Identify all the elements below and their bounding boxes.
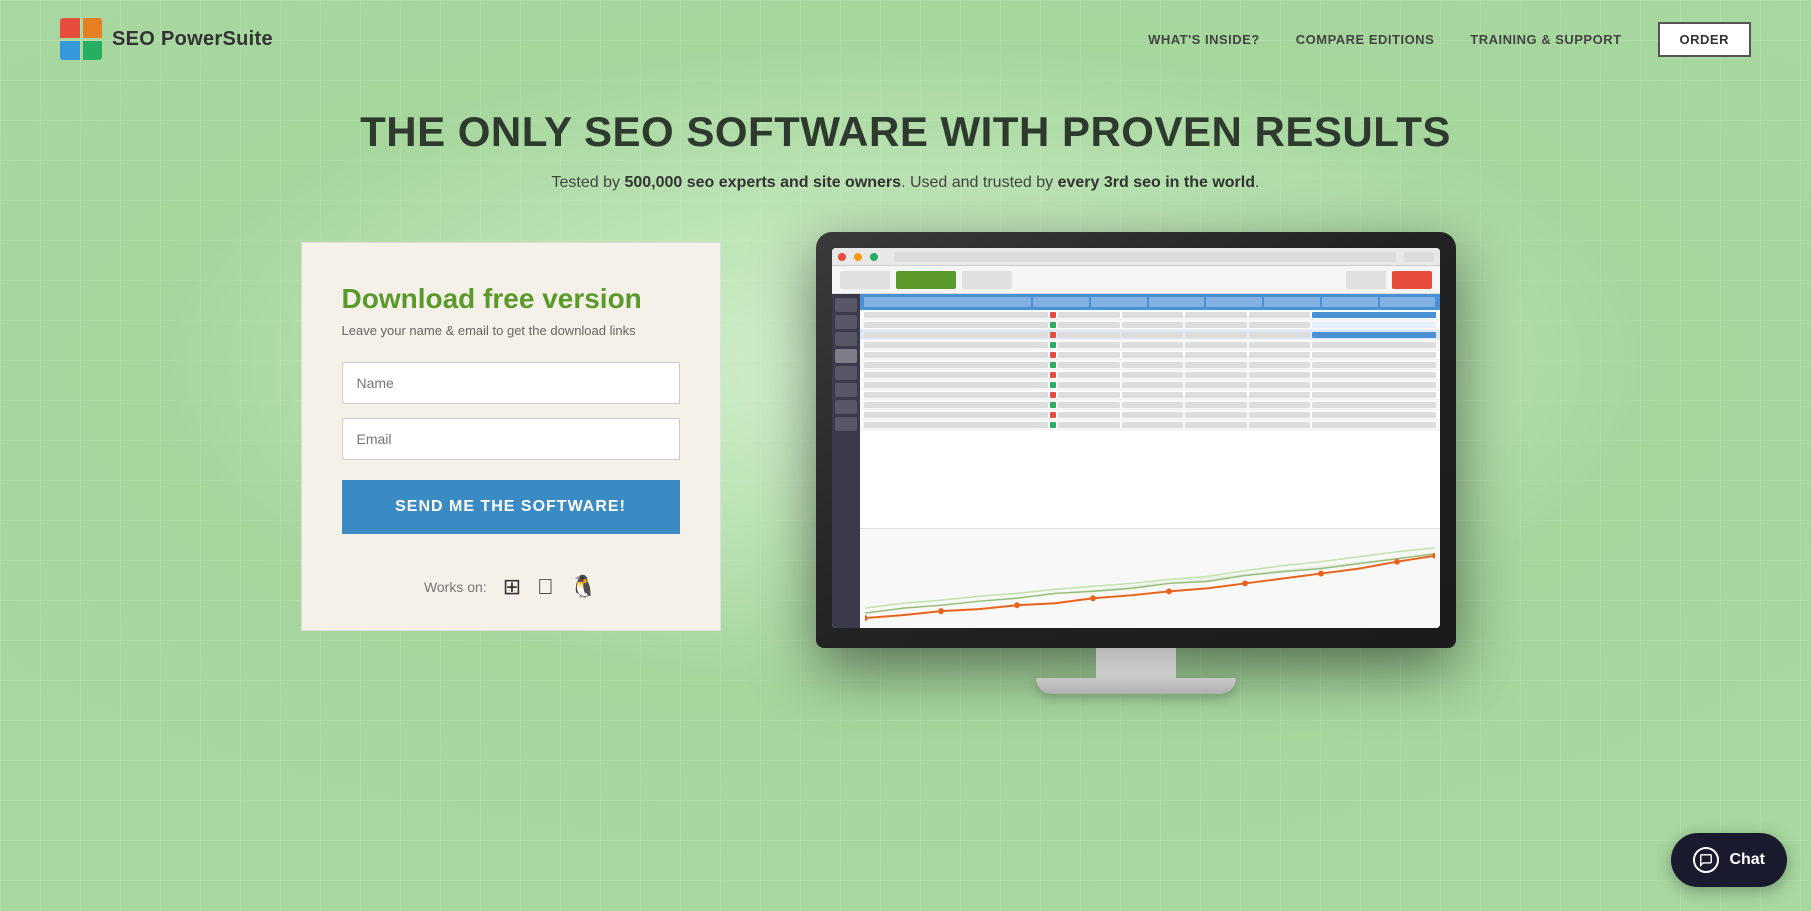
form-card-subtitle: Leave your name & email to get the downl…	[342, 323, 680, 338]
hero-subtitle: Tested by 500,000 seo experts and site o…	[60, 174, 1751, 192]
monitor-screen	[832, 248, 1440, 628]
nav-links: WHAT'S INSIDE? COMPARE EDITIONS TRAINING…	[1148, 22, 1751, 57]
form-card: Download free version Leave your name & …	[301, 242, 721, 631]
logo-text: SEO PowerSuite	[112, 28, 273, 51]
form-card-title: Download free version	[342, 283, 680, 315]
apple-icon: 	[537, 574, 554, 600]
chat-icon	[1693, 847, 1719, 873]
logo-icon	[60, 18, 102, 60]
name-input[interactable]	[342, 362, 680, 404]
chat-button[interactable]: Chat	[1671, 833, 1787, 887]
hero-section: THE ONLY SEO SOFTWARE WITH PROVEN RESULT…	[0, 78, 1811, 192]
monitor	[816, 232, 1456, 694]
hero-title: THE ONLY SEO SOFTWARE WITH PROVEN RESULT…	[60, 108, 1751, 156]
monitor-screen-outer	[816, 232, 1456, 648]
chat-label: Chat	[1729, 851, 1765, 869]
logo[interactable]: SEO PowerSuite	[60, 18, 273, 60]
software-ui	[832, 248, 1440, 628]
monitor-base	[1036, 678, 1236, 694]
nav-compare-editions[interactable]: COMPARE EDITIONS	[1296, 32, 1435, 47]
email-input[interactable]	[342, 418, 680, 460]
works-on-section: Works on: ⊞  🐧	[342, 574, 680, 600]
monitor-neck	[1096, 648, 1176, 678]
monitor-container	[761, 232, 1511, 694]
navbar: SEO PowerSuite WHAT'S INSIDE? COMPARE ED…	[0, 0, 1811, 78]
nav-whats-inside[interactable]: WHAT'S INSIDE?	[1148, 32, 1260, 47]
main-content: Download free version Leave your name & …	[0, 232, 1811, 694]
works-on-label: Works on:	[424, 579, 487, 595]
submit-button[interactable]: SEND ME THE SOFTWARE!	[342, 480, 680, 534]
nav-training-support[interactable]: TRAINING & SUPPORT	[1470, 32, 1621, 47]
linux-icon: 🐧	[570, 574, 597, 600]
order-button[interactable]: ORDER	[1658, 22, 1751, 57]
windows-icon: ⊞	[503, 574, 521, 600]
